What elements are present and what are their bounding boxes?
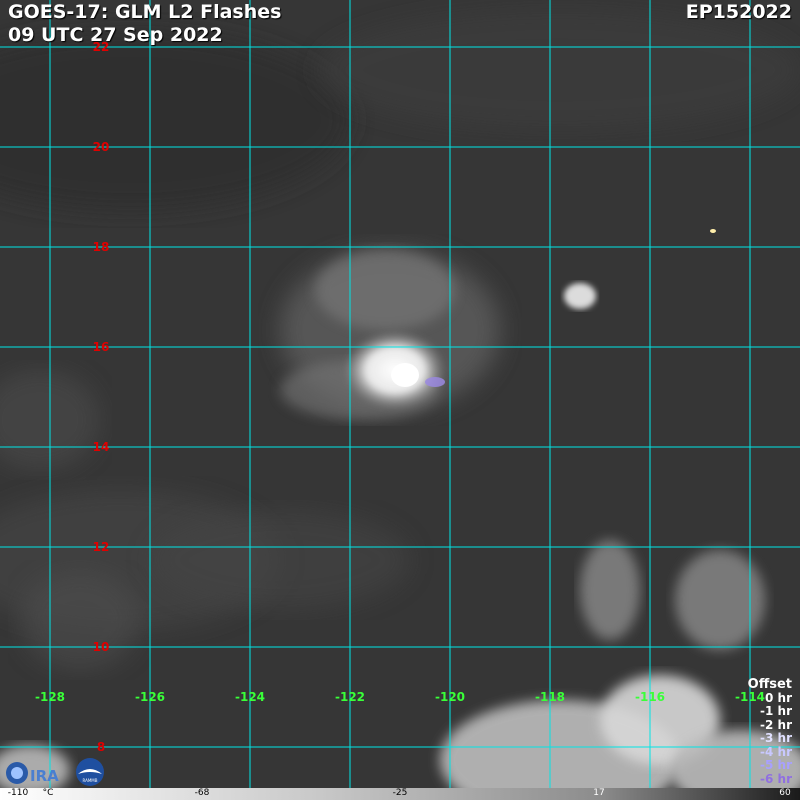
longitude-label: -124 [234,690,266,704]
latitude-label: 14 [92,440,110,454]
satellite-imagery [0,0,800,790]
svg-text:IRA: IRA [30,767,59,785]
cira-logo: IRA [6,762,59,785]
legend-entry: -2 hr [760,717,792,732]
legend-entry: -4 hr [760,744,792,759]
latitude-label: 20 [92,140,110,154]
longitude-label: -116 [634,690,666,704]
colorbar-tick: 17 [593,788,605,798]
legend-entry: -5 hr [760,758,792,772]
legend-entry: -3 hr [760,731,792,745]
agency-logos: IRA RAMMB [6,758,104,786]
legend-entry: 0 hr [765,690,792,705]
legend-entry: -6 hr [760,771,792,786]
latitude-label: 8 [96,740,106,754]
colorbar-tick: 60 [779,788,791,798]
latitude-label: 22 [92,40,110,54]
svg-text:RAMMB: RAMMB [83,778,98,783]
longitude-label: -120 [434,690,466,704]
latitude-label: 12 [92,540,110,554]
satellite-map: GOES-17: GLM L2 Flashes 09 UTC 27 Sep 20… [0,0,800,800]
longitude-label: -126 [134,690,166,704]
storm-id: EP152022 [685,1,792,23]
latitude-label: 16 [92,340,110,354]
product-title: GOES-17: GLM L2 Flashes [8,1,282,23]
latitude-label: 18 [92,240,110,254]
colorbar-tick: °C [42,788,54,798]
colorbar-tick: -68 [194,788,210,798]
offset-legend: Offset 0 hr -1 hr -2 hr -3 hr -4 hr -5 hr -6 h… [748,678,792,786]
valid-time: 09 UTC 27 Sep 2022 [8,24,223,46]
longitude-label: -122 [334,690,366,704]
longitude-label: -128 [34,690,66,704]
latitude-label: 10 [92,640,110,654]
longitude-label: -118 [534,690,566,704]
rammb-logo: RAMMB [76,758,104,786]
legend-entry: -1 hr [760,704,792,718]
legend-title: Offset [747,677,792,692]
colorbar-tick: -110 [7,788,29,798]
colorbar-tick: -25 [392,788,408,798]
